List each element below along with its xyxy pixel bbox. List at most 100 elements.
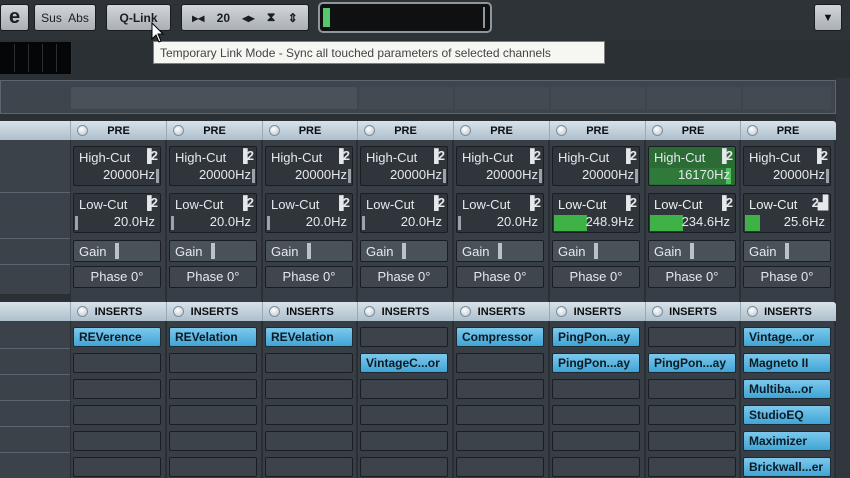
phase-button[interactable]: Phase 0° bbox=[552, 266, 640, 288]
inserts-bypass-button[interactable] bbox=[556, 306, 567, 317]
filter-slope-icon[interactable]: 2▟ bbox=[812, 195, 828, 211]
insert-slot-empty[interactable] bbox=[648, 457, 736, 477]
widen-icon[interactable]: ◂▸ bbox=[242, 11, 254, 25]
inserts-header-cell[interactable]: INSERTS bbox=[166, 302, 262, 321]
gain-slider[interactable]: Gain bbox=[552, 240, 640, 262]
pre-header-cell[interactable]: PRE bbox=[357, 121, 453, 140]
inserts-header-cell[interactable]: INSERTS bbox=[645, 302, 740, 321]
gain-slider[interactable]: Gain bbox=[265, 240, 353, 262]
vertical-scrollbar[interactable] bbox=[836, 78, 850, 478]
narrow-icon[interactable]: ▸◂ bbox=[192, 11, 204, 25]
insert-slot-empty[interactable] bbox=[169, 431, 257, 451]
high-cut-control[interactable]: High-Cut ▐2 20000Hz bbox=[552, 146, 640, 186]
gain-handle[interactable] bbox=[690, 243, 694, 259]
pre-header-cell[interactable]: PRE bbox=[549, 121, 645, 140]
filter-slope-icon[interactable]: ▐2 bbox=[622, 195, 637, 210]
pre-header-cell[interactable]: PRE bbox=[262, 121, 357, 140]
phase-button[interactable]: Phase 0° bbox=[648, 266, 736, 288]
inserts-bypass-button[interactable] bbox=[652, 306, 663, 317]
low-cut-control[interactable]: Low-Cut ▐2 20.0Hz bbox=[169, 193, 257, 233]
pre-bypass-button[interactable] bbox=[364, 125, 375, 136]
options-dropdown[interactable]: ▼ bbox=[814, 4, 842, 31]
pre-header-cell[interactable]: PRE bbox=[645, 121, 740, 140]
high-cut-control[interactable]: High-Cut ▐2 20000Hz bbox=[456, 146, 544, 186]
gain-slider[interactable]: Gain bbox=[73, 240, 161, 262]
insert-slot-plugin[interactable]: REVelation bbox=[265, 327, 353, 347]
inserts-header-cell[interactable]: INSERTS bbox=[70, 302, 166, 321]
low-cut-control[interactable]: Low-Cut ▐2 20.0Hz bbox=[73, 193, 161, 233]
inserts-header-cell[interactable]: INSERTS bbox=[740, 302, 835, 321]
gain-slider[interactable]: Gain bbox=[648, 240, 736, 262]
inserts-bypass-button[interactable] bbox=[747, 306, 758, 317]
inserts-header-cell[interactable]: INSERTS bbox=[549, 302, 645, 321]
pre-bypass-button[interactable] bbox=[269, 125, 280, 136]
insert-slot-plugin[interactable]: PingPon...ay bbox=[648, 353, 736, 373]
phase-button[interactable]: Phase 0° bbox=[73, 266, 161, 288]
insert-slot-plugin[interactable]: Maximizer bbox=[743, 431, 831, 451]
filter-slope-icon[interactable]: ▐2 bbox=[526, 148, 541, 163]
pre-header-cell[interactable]: PRE bbox=[166, 121, 262, 140]
pre-bypass-button[interactable] bbox=[747, 125, 758, 136]
filter-slope-icon[interactable]: ▐2 bbox=[622, 148, 637, 163]
filter-slope-icon[interactable]: ▐2 bbox=[718, 148, 733, 163]
low-cut-control[interactable]: Low-Cut ▐2 20.0Hz bbox=[360, 193, 448, 233]
insert-slot-empty[interactable] bbox=[552, 431, 640, 451]
phase-button[interactable]: Phase 0° bbox=[360, 266, 448, 288]
insert-slot-empty[interactable] bbox=[456, 405, 544, 425]
insert-slot-empty[interactable] bbox=[169, 457, 257, 477]
filter-slope-icon[interactable]: ▐2 bbox=[239, 195, 254, 210]
gain-handle[interactable] bbox=[307, 243, 311, 259]
overview-meter[interactable] bbox=[318, 2, 492, 33]
insert-slot-empty[interactable] bbox=[169, 405, 257, 425]
height-icon[interactable]: ⧗ bbox=[267, 10, 275, 25]
gain-slider[interactable]: Gain bbox=[456, 240, 544, 262]
sus-abs-toggle[interactable]: Sus Abs bbox=[34, 4, 96, 31]
updown-icon[interactable]: ⇕ bbox=[288, 11, 298, 25]
gain-handle[interactable] bbox=[498, 243, 502, 259]
high-cut-control[interactable]: High-Cut ▐2 20000Hz bbox=[169, 146, 257, 186]
gain-handle[interactable] bbox=[402, 243, 406, 259]
insert-slot-plugin[interactable]: Compressor bbox=[456, 327, 544, 347]
insert-slot-empty[interactable] bbox=[169, 353, 257, 373]
pre-bypass-button[interactable] bbox=[77, 125, 88, 136]
insert-slot-empty[interactable] bbox=[73, 405, 161, 425]
insert-slot-empty[interactable] bbox=[360, 405, 448, 425]
insert-slot-plugin[interactable]: VintageC...or bbox=[360, 353, 448, 373]
insert-slot-empty[interactable] bbox=[265, 431, 353, 451]
pre-header-cell[interactable]: PRE bbox=[740, 121, 835, 140]
insert-slot-empty[interactable] bbox=[648, 379, 736, 399]
insert-slot-plugin[interactable]: Vintage...or bbox=[743, 327, 831, 347]
high-cut-control[interactable]: High-Cut ▐2 20000Hz bbox=[265, 146, 353, 186]
pre-bypass-button[interactable] bbox=[652, 125, 663, 136]
insert-slot-empty[interactable] bbox=[265, 379, 353, 399]
insert-slot-empty[interactable] bbox=[73, 353, 161, 373]
filter-slope-icon[interactable]: ▐2 bbox=[813, 148, 828, 163]
low-cut-control[interactable]: Low-Cut ▐2 20.0Hz bbox=[265, 193, 353, 233]
filter-slope-icon[interactable]: ▐2 bbox=[430, 148, 445, 163]
sus-label[interactable]: Sus bbox=[41, 11, 62, 25]
insert-slot-empty[interactable] bbox=[265, 457, 353, 477]
inserts-header-cell[interactable]: INSERTS bbox=[262, 302, 357, 321]
abs-label[interactable]: Abs bbox=[68, 11, 89, 25]
channel-width-control[interactable]: ▸◂ 20 ◂▸ ⧗ ⇕ bbox=[181, 4, 309, 31]
low-cut-control[interactable]: Low-Cut ▐2 234.6Hz bbox=[648, 193, 736, 233]
gain-handle[interactable] bbox=[594, 243, 598, 259]
filter-slope-icon[interactable]: ▐2 bbox=[335, 148, 350, 163]
insert-slot-empty[interactable] bbox=[456, 431, 544, 451]
insert-slot-plugin[interactable]: Brickwall...er bbox=[743, 457, 831, 477]
insert-slot-empty[interactable] bbox=[360, 379, 448, 399]
pre-bypass-button[interactable] bbox=[173, 125, 184, 136]
insert-slot-empty[interactable] bbox=[360, 431, 448, 451]
gain-handle[interactable] bbox=[211, 243, 215, 259]
filter-slope-icon[interactable]: ▐2 bbox=[239, 148, 254, 163]
gain-handle[interactable] bbox=[115, 243, 119, 259]
insert-slot-empty[interactable] bbox=[169, 379, 257, 399]
filter-slope-icon[interactable]: ▐2 bbox=[430, 195, 445, 210]
insert-slot-empty[interactable] bbox=[552, 457, 640, 477]
filter-slope-icon[interactable]: ▐2 bbox=[143, 195, 158, 210]
phase-button[interactable]: Phase 0° bbox=[265, 266, 353, 288]
low-cut-control[interactable]: Low-Cut 2▟ 25.6Hz bbox=[743, 193, 831, 233]
insert-slot-empty[interactable] bbox=[648, 431, 736, 451]
inserts-header-cell[interactable]: INSERTS bbox=[357, 302, 453, 321]
insert-slot-plugin[interactable]: Multiba...or bbox=[743, 379, 831, 399]
